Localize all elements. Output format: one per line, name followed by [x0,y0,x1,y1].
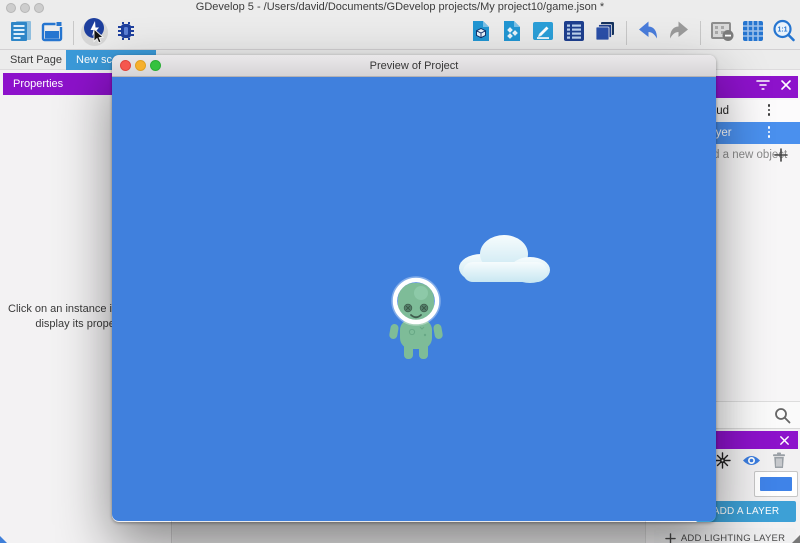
window-title: GDevelop 5 - /Users/david/Documents/GDev… [0,1,800,13]
toggle-mask-icon [709,19,735,48]
preview-button[interactable] [82,20,108,46]
toolbar-separator [626,21,627,45]
preview-minimize-button[interactable] [135,60,146,71]
kebab-menu-icon[interactable] [768,126,771,138]
main-toolbar: 1:1 [0,16,800,50]
redo-button[interactable] [666,20,692,46]
filter-icon[interactable] [756,78,770,96]
gdevelop-window: GDevelop 5 - /Users/david/Documents/GDev… [0,0,800,543]
redo-icon [667,19,691,48]
duplicate-scene-icon [593,19,617,48]
visibility-eye-icon[interactable] [742,454,761,472]
preview-close-button[interactable] [120,60,131,71]
resize-grip[interactable] [792,535,800,543]
toolbar-separator [700,21,701,45]
preview-maximize-button[interactable] [150,60,161,71]
toggle-grid-button[interactable] [740,20,766,46]
scene-variables-icon [562,19,586,48]
project-manager-button[interactable] [8,20,34,46]
plus-icon [665,533,676,543]
preview-play-icon [82,17,108,50]
add-lighting-layer-label: ADD LIGHTING LAYER [681,533,785,543]
layer-name-field[interactable] [754,471,798,497]
scene-variables-button[interactable] [561,20,587,46]
zoom-1-1-icon: 1:1 [772,19,796,48]
add-lighting-layer-button[interactable]: ADD LIGHTING LAYER [654,528,796,543]
game-canvas[interactable] [112,77,716,521]
toggle-mask-button[interactable] [709,20,735,46]
toggle-grid-icon [741,19,765,48]
external-events-icon [500,19,524,48]
export-scene-button[interactable] [468,20,494,46]
debugger-icon [114,19,138,48]
toolbar-separator [73,21,74,45]
svg-text:1:1: 1:1 [777,26,787,33]
preview-titlebar[interactable]: Preview of Project [112,55,716,77]
titlebar: GDevelop 5 - /Users/david/Documents/GDev… [0,0,800,16]
external-events-button[interactable] [499,20,525,46]
undo-button[interactable] [635,20,661,46]
close-objects-panel-icon[interactable] [780,78,792,96]
edit-scene-icon [531,19,555,48]
effects-icon[interactable] [714,452,731,474]
close-layers-panel-icon[interactable] [779,435,790,446]
start-page-window-icon [40,19,64,48]
debugger-button[interactable] [113,20,139,46]
undo-icon [636,19,660,48]
player-sprite [388,274,446,364]
preview-traffic-lights [120,60,161,71]
search-icon [774,407,791,424]
layer-field-selection [760,477,792,491]
preview-window: Preview of Project [112,55,716,522]
duplicate-scene-button[interactable] [592,20,618,46]
tab-start-page[interactable]: Start Page [0,50,72,70]
zoom-original-button[interactable]: 1:1 [771,20,797,46]
plus-icon [774,148,788,162]
preview-title: Preview of Project [370,60,459,72]
edit-scene-button[interactable] [530,20,556,46]
project-manager-icon [9,19,33,48]
export-scene-icon [469,19,493,48]
start-page-button[interactable] [39,20,65,46]
panel-corner-artifact [0,536,7,543]
kebab-menu-icon[interactable] [768,104,771,116]
cloud-sprite [455,230,553,288]
